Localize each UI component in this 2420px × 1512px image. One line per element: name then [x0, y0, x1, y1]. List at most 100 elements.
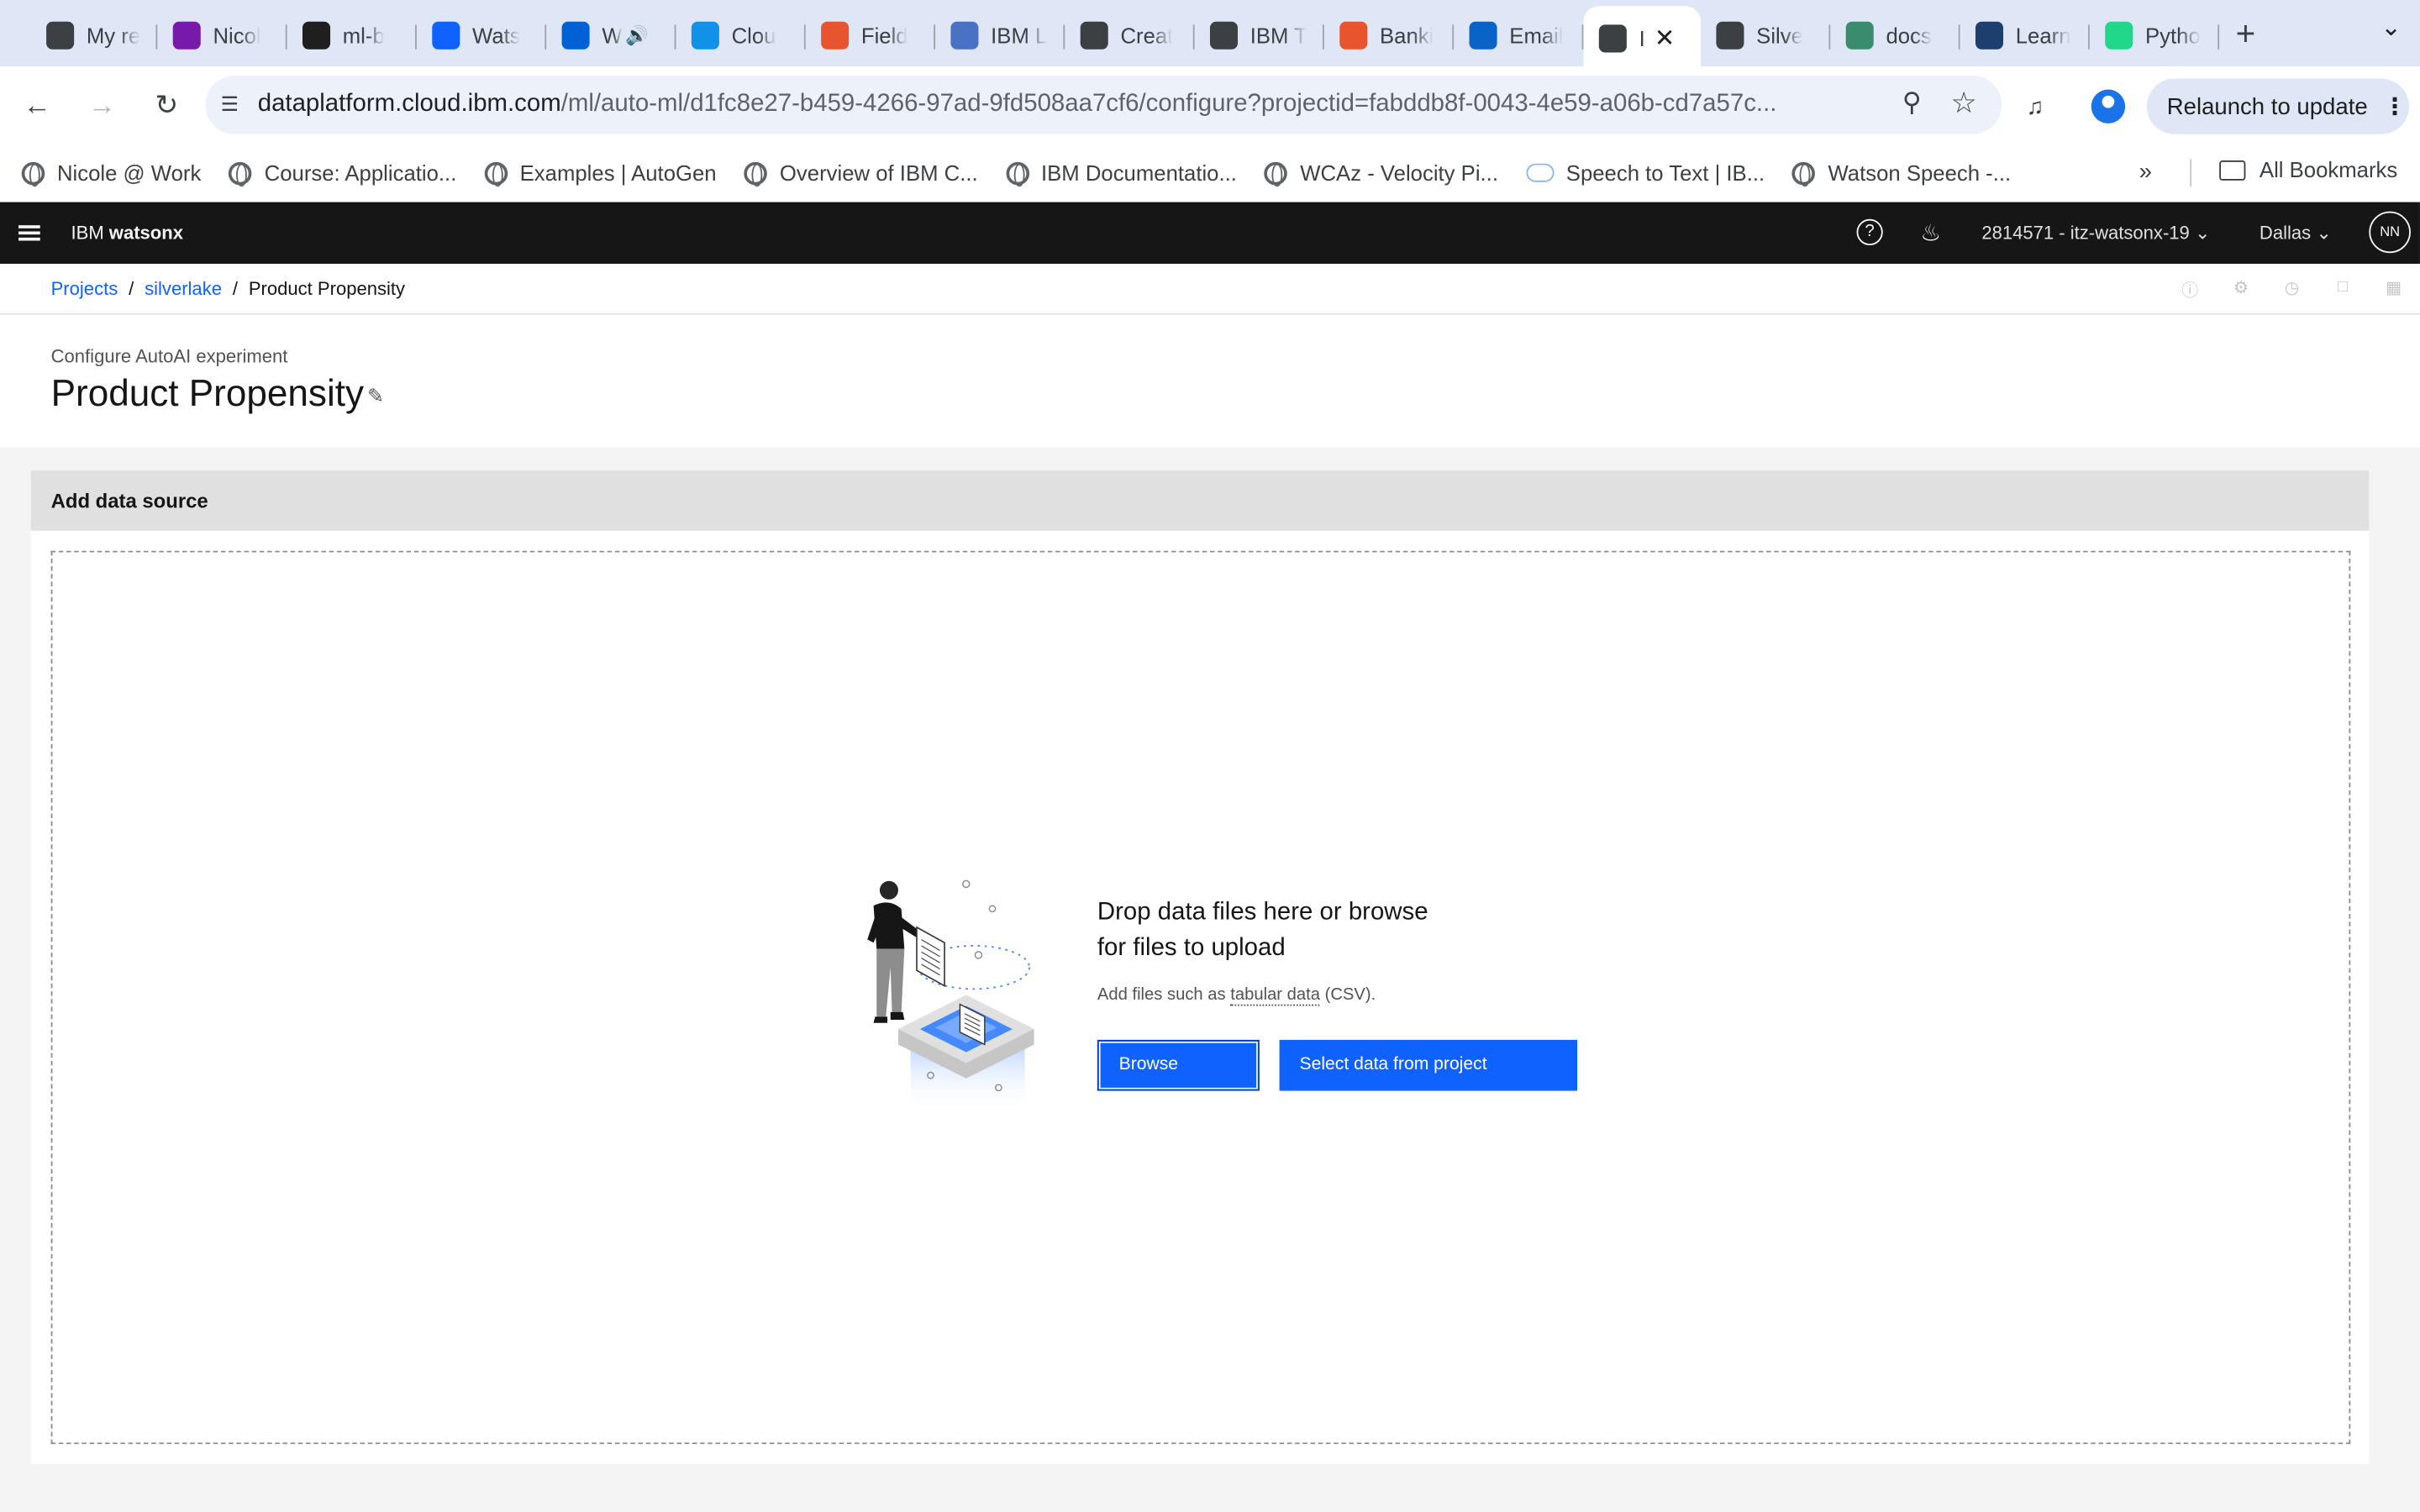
- bookmark-item[interactable]: Watson Speech -...: [1792, 160, 2012, 186]
- globe-icon: [744, 160, 768, 186]
- region-switcher[interactable]: Dallas ⌄: [2260, 222, 2332, 244]
- browser-tab[interactable]: Clou: [676, 8, 806, 60]
- media-controls-icon[interactable]: ♫: [2027, 93, 2067, 119]
- tabular-data-tooltip[interactable]: tabular data: [1230, 985, 1320, 1006]
- bookmark-item[interactable]: WCAz - Velocity Pi...: [1264, 160, 1498, 186]
- more-bookmarks-icon[interactable]: »: [2139, 159, 2152, 185]
- bookmark-item[interactable]: Overview of IBM C...: [744, 160, 978, 186]
- tab-title: Field: [860, 22, 908, 48]
- breadcrumb-projects-link[interactable]: Projects: [51, 278, 118, 300]
- profile-avatar-icon[interactable]: [2091, 89, 2126, 123]
- site-settings-icon[interactable]: ☰: [205, 92, 257, 117]
- browser-tab[interactable]: Pytho: [2090, 8, 2220, 60]
- region-label: Dallas: [2259, 222, 2312, 244]
- file-drop-zone[interactable]: Drop data files here or browse for files…: [50, 550, 2351, 1445]
- reload-icon[interactable]: ↻: [139, 77, 194, 133]
- watson-bee-icon: [1716, 20, 1744, 49]
- bookmark-label: Course: Applicatio...: [264, 160, 457, 186]
- address-bar[interactable]: ☰ dataplatform.cloud.ibm.com/ml/auto-ml/…: [205, 75, 2002, 134]
- bookmark-item[interactable]: Nicole @ Work: [21, 160, 201, 186]
- browser-tab[interactable]: docs: [1830, 8, 1960, 60]
- bookmark-item[interactable]: Examples | AutoGen: [484, 160, 717, 186]
- cloud-icon: [1526, 163, 1555, 182]
- browse-button[interactable]: Browse: [1097, 1039, 1260, 1091]
- all-bookmarks-button[interactable]: All Bookmarks: [2219, 157, 2397, 182]
- new-tab-icon[interactable]: +: [2219, 7, 2271, 59]
- forward-arrow-icon[interactable]: →: [74, 77, 129, 133]
- info-icon[interactable]: ⓘ: [2179, 278, 2201, 301]
- field-flag-icon: [1339, 20, 1368, 49]
- watson-bee-icon: [46, 20, 75, 49]
- browser-tab[interactable]: Email: [1454, 8, 1584, 60]
- outlook-icon: [1469, 20, 1497, 49]
- browser-tab[interactable]: Nicol: [157, 8, 287, 60]
- select-data-from-project-button[interactable]: Select data from project: [1279, 1039, 1578, 1091]
- browser-tab[interactable]: ml-b: [287, 8, 417, 60]
- browser-tab[interactable]: IBM T: [1195, 8, 1324, 60]
- data-source-header: Add data source: [30, 470, 2370, 531]
- browser-tab[interactable]: My re: [0, 8, 158, 60]
- zoom-icon[interactable]: ⚲: [1902, 88, 1922, 119]
- bookmark-star-icon[interactable]: ☆: [1951, 87, 1977, 122]
- github-icon: [302, 20, 331, 49]
- browser-toolbar: ← → ↻ ☰ dataplatform.cloud.ibm.com/ml/au…: [0, 66, 2420, 144]
- more-menu-icon[interactable]: ⋮: [2383, 92, 2407, 120]
- tab-search-chevron-icon[interactable]: ⌄: [2381, 13, 2402, 44]
- bookmark-label: WCAz - Velocity Pi...: [1300, 160, 1498, 186]
- edit-pencil-icon[interactable]: ✎: [367, 384, 384, 408]
- bookmark-label: Watson Speech -...: [1828, 160, 2012, 186]
- bookmark-item[interactable]: IBM Documentatio...: [1005, 160, 1237, 186]
- box-icon: [561, 20, 590, 49]
- back-arrow-icon[interactable]: ←: [9, 77, 65, 133]
- comment-icon[interactable]: □: [2332, 278, 2354, 300]
- chevron-down-icon: ⌄: [2194, 222, 2211, 244]
- breadcrumb-project-link[interactable]: silverlake: [145, 278, 222, 300]
- ibm-learning-icon: [950, 20, 979, 49]
- tab-title: Email: [1509, 22, 1564, 48]
- browser-tab[interactable]: I ✕: [1583, 6, 1702, 70]
- browser-tab[interactable]: Creat: [1065, 8, 1195, 60]
- browser-tab[interactable]: W 🔊: [546, 8, 676, 60]
- tab-title: I: [1639, 25, 1645, 50]
- browser-tab[interactable]: Learn: [1960, 8, 2090, 60]
- settings-icon[interactable]: ▦: [2383, 278, 2405, 300]
- page-header: Configure AutoAI experiment Product Prop…: [0, 314, 2420, 448]
- lineage-icon[interactable]: ⚙: [2230, 278, 2252, 300]
- cloud-sparkle-icon: [691, 20, 719, 49]
- upload-illustration: [867, 879, 1034, 1113]
- tab-title: Creat: [1120, 22, 1174, 48]
- tab-title: My re: [86, 22, 141, 48]
- url-text[interactable]: dataplatform.cloud.ibm.com/ml/auto-ml/d1…: [258, 91, 1863, 118]
- tab-title: W: [602, 22, 623, 48]
- tab-title: Wats: [472, 22, 521, 48]
- browser-tab[interactable]: Field: [806, 8, 936, 60]
- user-avatar[interactable]: NN: [2369, 211, 2411, 254]
- yl-icon: [1975, 20, 2004, 49]
- app-brand[interactable]: IBM watsonx: [71, 222, 183, 244]
- bookmarks-bar: Nicole @ Work Course: Applicatio... Exampl…: [0, 143, 2420, 202]
- tab-title: IBM L: [991, 22, 1048, 48]
- browser-tab[interactable]: IBM L: [935, 8, 1065, 60]
- brand-name: watsonx: [108, 222, 183, 244]
- help-icon[interactable]: ?: [1856, 218, 1883, 246]
- history-icon[interactable]: ◷: [2281, 278, 2303, 300]
- field-flag-icon: [821, 20, 850, 49]
- globe-icon: [1598, 24, 1627, 52]
- audio-playing-icon[interactable]: 🔊: [625, 24, 648, 45]
- notification-bell-icon[interactable]: ♨: [1917, 219, 1944, 247]
- tab-title: IBM T: [1249, 22, 1307, 48]
- account-switcher[interactable]: 2814571 - itz-watsonx-19 ⌄: [1981, 222, 2210, 244]
- browser-tab[interactable]: Wats: [417, 8, 547, 60]
- bookmark-item[interactable]: Speech to Text | IB...: [1526, 160, 1765, 185]
- bookmark-label: Overview of IBM C...: [779, 160, 978, 186]
- browser-tab[interactable]: Silve: [1701, 8, 1831, 60]
- hint-prefix: Add files such as: [1097, 985, 1231, 1005]
- hamburger-menu-icon[interactable]: [18, 222, 40, 244]
- relaunch-button[interactable]: Relaunch to update ⋮: [2146, 78, 2410, 134]
- bookmark-label: Examples | AutoGen: [519, 160, 717, 186]
- bookmark-item[interactable]: Course: Applicatio...: [229, 160, 457, 186]
- docs-leaf-icon: [1845, 20, 1874, 49]
- onenote-icon: [172, 20, 201, 49]
- close-tab-icon[interactable]: ✕: [1655, 23, 1676, 54]
- browser-tab[interactable]: Banki: [1324, 8, 1455, 60]
